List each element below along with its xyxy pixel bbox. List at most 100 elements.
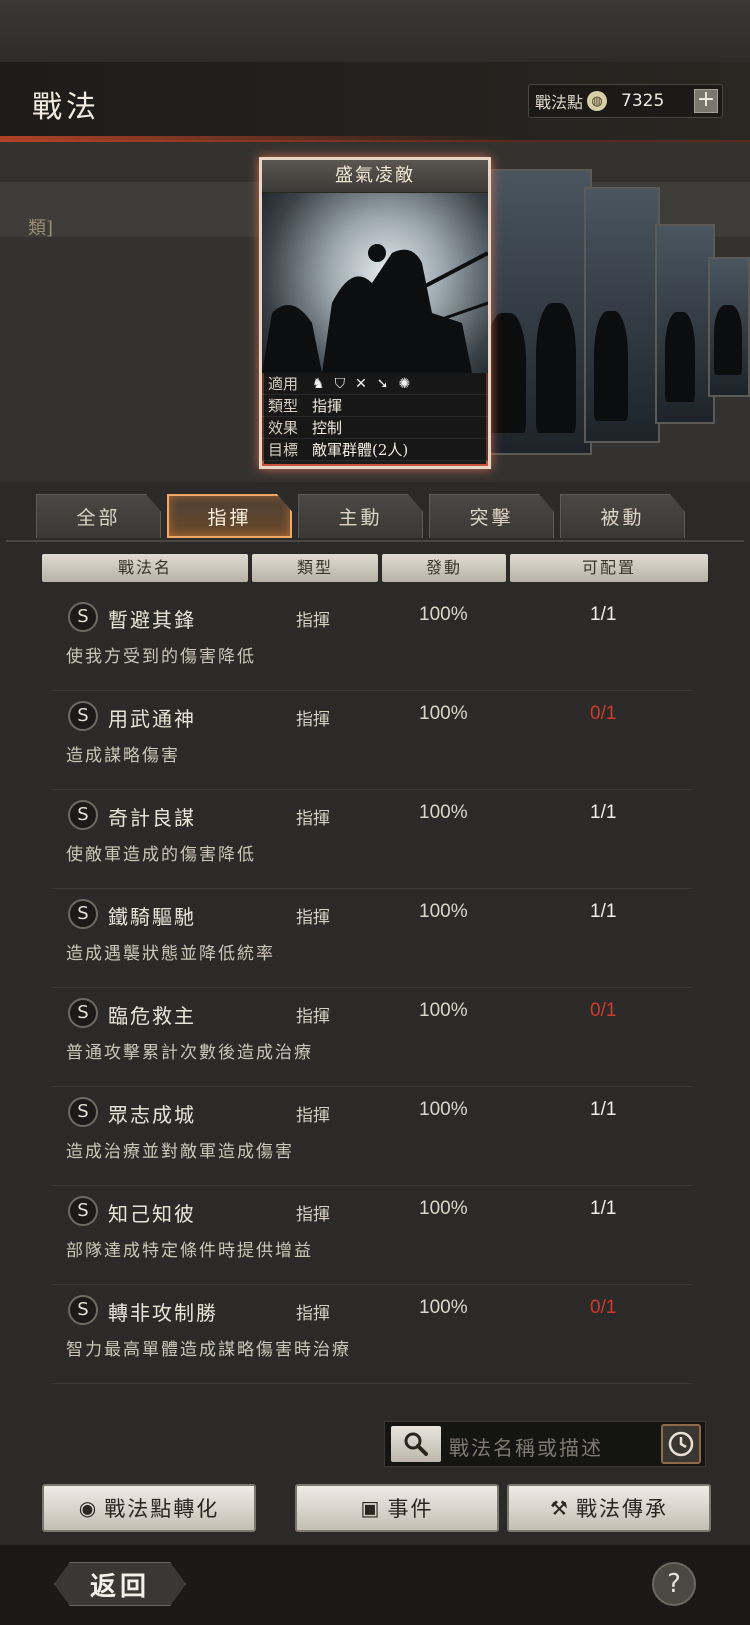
grade-badge: S xyxy=(68,602,98,632)
tab-command[interactable]: 指揮 xyxy=(167,494,292,538)
wheel-icon: ✺ xyxy=(398,375,411,392)
skill-type: 指揮 xyxy=(296,908,330,928)
shield-icon: ⛉ xyxy=(334,375,346,392)
skill-row[interactable]: S 知己知彼 指揮 100% 1/1 部隊達成特定條件時提供增益 xyxy=(52,1186,692,1285)
page-title: 戰法 xyxy=(32,90,100,125)
skill-name: 臨危救主 xyxy=(108,1004,196,1028)
skill-description: 造成治療並對敵軍造成傷害 xyxy=(66,1142,294,1162)
skill-name: 知己知彼 xyxy=(108,1202,196,1226)
skill-row[interactable]: S 轉非攻制勝 指揮 100% 0/1 智力最高單體造成謀略傷害時治療 xyxy=(52,1285,692,1384)
top-bar xyxy=(0,0,750,62)
skill-points-display: 戰法點 ◍ 7325 + xyxy=(528,84,723,118)
tab-all[interactable]: 全部 xyxy=(36,494,161,538)
tab-active[interactable]: 主動 xyxy=(298,494,423,538)
skill-description: 普通攻擊累計次數後造成治療 xyxy=(66,1043,313,1063)
skill-row[interactable]: S 用武通神 指揮 100% 0/1 造成謀略傷害 xyxy=(52,691,692,790)
skill-row[interactable]: S 奇計良謀 指揮 100% 1/1 使敵軍造成的傷害降低 xyxy=(52,790,692,889)
skill-row[interactable]: S 暫避其鋒 指揮 100% 1/1 使我方受到的傷害降低 xyxy=(52,592,692,691)
convert-points-label: 戰法點轉化 xyxy=(104,1497,220,1521)
card-row-value: 指揮 xyxy=(312,397,343,415)
card-art-silhouette xyxy=(536,303,576,433)
search-input[interactable]: 戰法名稱或描述 xyxy=(449,1432,603,1461)
grade-badge: S xyxy=(68,1196,98,1226)
clock-icon xyxy=(668,1431,694,1457)
search-button[interactable] xyxy=(391,1426,441,1462)
tab-assault[interactable]: 突擊 xyxy=(429,494,554,538)
skill-card-bg-3[interactable] xyxy=(655,224,715,424)
grade-badge: S xyxy=(68,998,98,1028)
column-header-rate[interactable]: 發動 xyxy=(382,554,506,582)
card-row-key: 適用 xyxy=(268,375,299,393)
cavalry-icon: ♞ xyxy=(312,375,325,392)
card-art-silhouette xyxy=(665,312,695,402)
card-row-applicable: 適用 ♞ ⛉ ✕ ➘ ✺ xyxy=(262,373,488,395)
skill-slot-count: 1/1 xyxy=(590,901,617,922)
skill-row[interactable]: S 臨危救主 指揮 100% 0/1 普通攻擊累計次數後造成治療 xyxy=(52,988,692,1087)
column-header-slots[interactable]: 可配置 xyxy=(510,554,708,582)
card-row-key: 效果 xyxy=(268,419,299,437)
battle-art-image xyxy=(262,244,488,373)
skill-card-bg-1[interactable] xyxy=(474,169,592,455)
skill-type: 指揮 xyxy=(296,1007,330,1027)
add-points-button[interactable]: + xyxy=(694,89,718,113)
column-header-type[interactable]: 類型 xyxy=(252,554,378,582)
convert-points-button[interactable]: ◉ 戰法點轉化 xyxy=(42,1484,256,1532)
hammer-icon: ⚒ xyxy=(550,1496,570,1520)
skill-type: 指揮 xyxy=(296,1205,330,1225)
card-row-key: 類型 xyxy=(268,397,299,415)
skill-slot-count: 1/1 xyxy=(590,1198,617,1219)
skill-points-value: 7325 xyxy=(621,91,665,111)
skill-name: 轉非攻制勝 xyxy=(108,1301,218,1325)
card-row-type: 類型 指揮 xyxy=(262,395,488,417)
skill-type: 指揮 xyxy=(296,809,330,829)
card-row-value: 敵軍群體(2人) xyxy=(312,441,409,459)
column-header-name[interactable]: 戰法名 xyxy=(42,554,248,582)
card-info: 適用 ♞ ⛉ ✕ ➘ ✺ 類型 指揮 效果 控制 目標 敵軍群體(2人) xyxy=(262,373,488,461)
inherit-skill-button[interactable]: ⚒ 戰法傳承 xyxy=(507,1484,711,1532)
skill-trigger-rate: 100% xyxy=(419,1198,468,1219)
column-headers: 戰法名 類型 發動 可配置 xyxy=(42,554,708,582)
back-button[interactable]: 返回 xyxy=(54,1562,186,1606)
skill-type: 指揮 xyxy=(296,1304,330,1324)
card-art-silhouette xyxy=(714,305,742,375)
skill-row[interactable]: S 眾志成城 指揮 100% 1/1 造成治療並對敵軍造成傷害 xyxy=(52,1087,692,1186)
card-row-target: 目標 敵軍群體(2人) xyxy=(262,439,488,461)
skill-card-bg-4[interactable] xyxy=(708,257,750,397)
card-art-silhouette xyxy=(594,311,628,421)
skill-type: 指揮 xyxy=(296,710,330,730)
card-row-value: 控制 xyxy=(312,419,343,437)
tab-passive[interactable]: 被動 xyxy=(560,494,685,538)
skill-slot-count: 0/1 xyxy=(590,703,617,724)
skill-description: 使敵軍造成的傷害降低 xyxy=(66,845,256,865)
skill-description: 智力最高單體造成謀略傷害時治療 xyxy=(66,1340,351,1360)
filter-fragment: 類] xyxy=(28,218,54,239)
skill-rows: S 暫避其鋒 指揮 100% 1/1 使我方受到的傷害降低 S 用武通神 指揮 100% 0/1 造成… xyxy=(52,592,692,1384)
card-row-effect: 效果 控制 xyxy=(262,417,488,439)
skill-trigger-rate: 100% xyxy=(419,1297,468,1318)
skill-list-panel: 戰法名 類型 發動 可配置 S 暫避其鋒 指揮 100% 1/1 使我方受到的傷害降低 S 用… xyxy=(6,540,744,1405)
skill-type: 指揮 xyxy=(296,611,330,631)
skill-name: 眾志成城 xyxy=(108,1103,196,1127)
skill-slot-count: 1/1 xyxy=(590,604,617,625)
help-button[interactable]: ? xyxy=(652,1562,696,1606)
card-artwork xyxy=(262,193,488,373)
skill-description: 造成謀略傷害 xyxy=(66,746,180,766)
history-button[interactable] xyxy=(661,1424,701,1464)
magnifier-icon xyxy=(404,1432,428,1456)
skill-trigger-rate: 100% xyxy=(419,703,468,724)
back-label: 返回 xyxy=(89,1571,150,1602)
drop-icon: ◉ xyxy=(78,1496,99,1520)
card-art-silhouette xyxy=(486,313,526,433)
events-button[interactable]: ▣ 事件 xyxy=(295,1484,499,1532)
grade-badge: S xyxy=(68,899,98,929)
skill-points-icon: ◍ xyxy=(587,91,608,111)
skill-description: 造成遇襲狀態並降低統率 xyxy=(66,944,275,964)
skill-row[interactable]: S 鐵騎驅馳 指揮 100% 1/1 造成遇襲狀態並降低統率 xyxy=(52,889,692,988)
skill-name: 用武通神 xyxy=(108,707,196,731)
skill-card-bg-2[interactable] xyxy=(584,187,660,443)
skill-type: 指揮 xyxy=(296,1106,330,1126)
selected-skill-card[interactable]: 盛氣凌敵 適用 ♞ ⛉ ✕ ➘ ✺ 類型 指揮 效果 控制 目標 敵軍群體(2人… xyxy=(259,157,491,469)
alert-icon: ▣ xyxy=(360,1496,382,1520)
skill-description: 使我方受到的傷害降低 xyxy=(66,647,256,667)
skill-trigger-rate: 100% xyxy=(419,901,468,922)
